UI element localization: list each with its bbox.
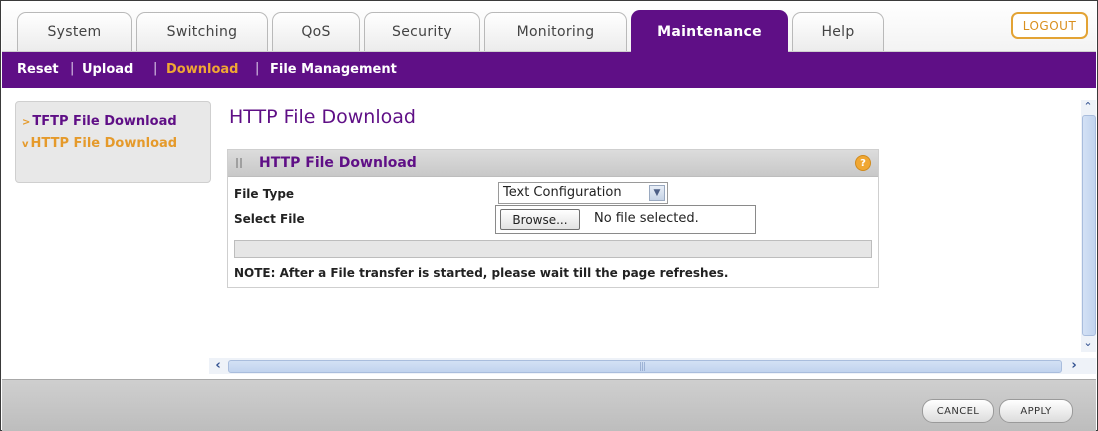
scroll-up-icon[interactable]: ⌃ (1082, 101, 1094, 113)
drag-handle-icon (236, 158, 244, 168)
top-tab-bar: System Switching QoS Security Monitoring… (2, 2, 1096, 53)
scroll-down-icon[interactable]: ⌄ (1082, 337, 1094, 349)
subnav-upload[interactable]: Upload (82, 62, 133, 77)
left-menu-item-tftp-file-download[interactable]: > TFTP File Download (22, 114, 177, 129)
file-type-value: Text Configuration (503, 185, 622, 200)
tab-security[interactable]: Security (364, 12, 480, 51)
file-type-select[interactable]: Text Configuration ▼ (498, 182, 668, 204)
tab-help[interactable]: Help (792, 12, 884, 51)
subnav-file-management[interactable]: File Management (270, 62, 397, 77)
file-status-text: No file selected. (594, 211, 699, 226)
footer-bar: CANCEL APPLY (2, 379, 1096, 431)
vertical-scroll-thumb[interactable] (1082, 115, 1096, 336)
chevron-down-icon[interactable]: ▼ (649, 185, 665, 201)
sub-navigation: Reset | Upload | Download | File Managem… (2, 52, 1096, 88)
transfer-note: NOTE: After a File transfer is started, … (234, 266, 729, 280)
file-type-label: File Type (234, 187, 295, 201)
transfer-progress-bar (234, 240, 872, 258)
left-menu: > TFTP File Download v HTTP File Download (15, 101, 211, 183)
left-menu-item-http-file-download[interactable]: v HTTP File Download (22, 136, 177, 151)
left-menu-item-label: HTTP File Download (30, 136, 178, 151)
subnav-download[interactable]: Download (166, 62, 238, 77)
logout-button[interactable]: LOGOUT (1011, 12, 1088, 39)
file-input: Browse... No file selected. (495, 205, 756, 234)
vertical-scrollbar[interactable]: ⌃ ⌄ (1081, 100, 1096, 352)
subnav-separator: | (153, 61, 158, 76)
chevron-right-icon: > (22, 117, 31, 128)
subnav-separator: | (70, 61, 75, 76)
left-menu-item-label: TFTP File Download (32, 114, 177, 129)
browse-button[interactable]: Browse... (500, 209, 580, 230)
scroll-right-icon[interactable]: › (1067, 359, 1081, 373)
grip-icon: ||| (639, 362, 646, 372)
select-file-label: Select File (234, 212, 305, 226)
tab-switching[interactable]: Switching (136, 12, 268, 51)
chevron-down-icon: v (22, 139, 29, 150)
app-window: System Switching QoS Security Monitoring… (0, 0, 1098, 431)
panel-title: HTTP File Download (259, 155, 417, 171)
apply-button[interactable]: APPLY (999, 399, 1073, 423)
panel-header: HTTP File Download ? (228, 150, 878, 177)
tab-qos[interactable]: QoS (272, 12, 360, 51)
tab-maintenance[interactable]: Maintenance (631, 10, 788, 53)
page-title: HTTP File Download (229, 106, 416, 128)
help-icon[interactable]: ? (855, 155, 871, 171)
scroll-left-icon[interactable]: ‹ (211, 359, 225, 373)
tab-system[interactable]: System (17, 12, 132, 51)
tab-monitoring[interactable]: Monitoring (484, 12, 627, 51)
horizontal-scroll-thumb[interactable]: ||| (228, 360, 1062, 373)
http-file-download-panel: HTTP File Download ? File Type Text Conf… (227, 149, 879, 288)
subnav-separator: | (255, 61, 260, 76)
subnav-reset[interactable]: Reset (17, 62, 59, 77)
horizontal-scrollbar[interactable]: ‹ ||| › (209, 358, 1096, 374)
cancel-button[interactable]: CANCEL (922, 399, 994, 423)
